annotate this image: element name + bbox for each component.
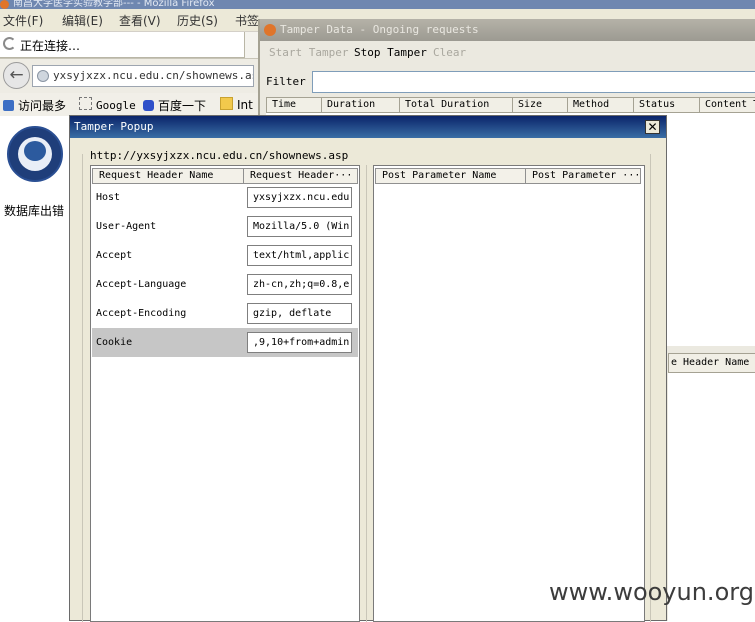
back-arrow-icon[interactable]: ← <box>3 62 30 89</box>
header-row-cookie[interactable]: Cookie ,9,10+from+admin <box>92 328 358 357</box>
request-headers-pane: Request Header Name Request Header··· Ho… <box>90 165 360 622</box>
header-value-input[interactable]: text/html,applic <box>247 245 352 266</box>
filter-input[interactable] <box>312 71 755 93</box>
header-value-input[interactable]: ,9,10+from+admin <box>247 332 352 353</box>
page-content: 数据库出错 <box>0 116 72 621</box>
tamper-data-title-bar: Tamper Data - Ongoing requests <box>260 19 755 41</box>
page-icon <box>79 97 92 110</box>
tamper-data-title: Tamper Data - Ongoing requests <box>280 23 479 36</box>
col-duration[interactable]: Duration <box>321 97 400 113</box>
watermark-text: www.wooyun.org <box>549 578 754 606</box>
post-parameter-name-column[interactable]: Post Parameter Name <box>375 168 526 184</box>
menu-file[interactable]: 文件(F) <box>3 12 43 29</box>
request-header-value-column[interactable]: Request Header··· <box>243 168 358 184</box>
firefox-title-bar: 南昌大学医学实验教学部--- - Mozilla Firefox <box>0 0 755 9</box>
header-row-host[interactable]: Host yxsyjxzx.ncu.edu <box>92 183 358 212</box>
requests-table-header: Time Duration Total Duration Size Method… <box>266 97 755 113</box>
header-row-accept[interactable]: Accept text/html,applic <box>92 241 358 270</box>
header-value-input[interactable]: zh-cn,zh;q=0.8,e <box>247 274 352 295</box>
tamper-popup-title-bar: Tamper Popup <box>70 116 666 138</box>
firefox-nav-bar: ← yxsyjxzx.ncu.edu.cn/shownews.asp <box>0 59 258 93</box>
header-value-input[interactable]: yxsyjxzx.ncu.edu <box>247 187 352 208</box>
firefox-icon <box>264 24 276 36</box>
stop-tamper-button[interactable]: Stop Tamper <box>354 46 427 59</box>
bookmark-google[interactable]: Google <box>79 97 136 112</box>
baidu-paw-icon <box>143 100 154 111</box>
loading-spinner-icon <box>3 37 16 50</box>
bookmarks-toolbar: 访问最多 Google 百度一下 Int <box>0 93 258 116</box>
header-row-user-agent[interactable]: User-Agent Mozilla/5.0 (Win <box>92 212 358 241</box>
col-total-duration[interactable]: Total Duration <box>399 97 513 113</box>
header-value-input[interactable]: Mozilla/5.0 (Win <box>247 216 352 237</box>
bookmark-baidu[interactable]: 百度一下 <box>143 97 206 114</box>
firefox-window-title: 南昌大学医学实验教学部--- - Mozilla Firefox <box>13 0 215 9</box>
response-header-name-column[interactable]: e Header Name <box>668 353 755 373</box>
clear-button[interactable]: Clear <box>433 46 466 59</box>
menu-history[interactable]: 历史(S) <box>177 12 218 29</box>
menu-view[interactable]: 查看(V) <box>119 12 161 29</box>
browser-tab[interactable]: 正在连接… <box>0 32 245 58</box>
request-header-name-column[interactable]: Request Header Name <box>92 168 244 184</box>
tamper-popup-dialog: Tamper Popup ✕ http://yxsyjxzx.ncu.edu.c… <box>69 115 667 622</box>
firefox-tab-bar: 正在连接… <box>0 32 258 59</box>
bookmark-folder-icon <box>3 100 14 111</box>
start-tamper-button[interactable]: Start Tamper <box>269 46 348 59</box>
tamper-data-toolbar: Start Tamper Stop Tamper Clear <box>260 41 755 63</box>
header-row-accept-language[interactable]: Accept-Language zh-cn,zh;q=0.8,e <box>92 270 358 299</box>
university-logo <box>7 126 63 182</box>
close-icon[interactable]: ✕ <box>645 120 660 134</box>
firefox-icon <box>0 0 9 9</box>
tab-title: 正在连接… <box>20 39 81 53</box>
menu-edit[interactable]: 编辑(E) <box>62 12 103 29</box>
header-row-accept-encoding[interactable]: Accept-Encoding gzip, deflate <box>92 299 358 328</box>
col-content-type[interactable]: Content T <box>699 97 755 113</box>
header-value-input[interactable]: gzip, deflate <box>247 303 352 324</box>
post-parameters-pane: Post Parameter Name Post Parameter ··· <box>373 165 645 622</box>
globe-icon <box>37 70 49 82</box>
bookmark-folder[interactable]: Int <box>220 97 253 112</box>
request-url: http://yxsyjxzx.ncu.edu.cn/shownews.asp <box>90 149 349 162</box>
tamper-popup-title: Tamper Popup <box>74 120 154 133</box>
col-time[interactable]: Time <box>266 97 322 113</box>
col-status[interactable]: Status <box>633 97 700 113</box>
url-text: yxsyjxzx.ncu.edu.cn/shownews.asp <box>53 69 254 82</box>
menu-bookmarks[interactable]: 书签 <box>235 12 259 29</box>
post-parameter-value-column[interactable]: Post Parameter ··· <box>525 168 641 184</box>
bookmark-most-visited[interactable]: 访问最多 <box>3 97 66 114</box>
database-error-text: 数据库出错 <box>4 204 65 218</box>
folder-icon <box>220 97 233 110</box>
url-bar[interactable]: yxsyjxzx.ncu.edu.cn/shownews.asp <box>32 65 254 87</box>
filter-label: Filter <box>266 75 306 88</box>
col-size[interactable]: Size <box>512 97 568 113</box>
col-method[interactable]: Method <box>567 97 634 113</box>
